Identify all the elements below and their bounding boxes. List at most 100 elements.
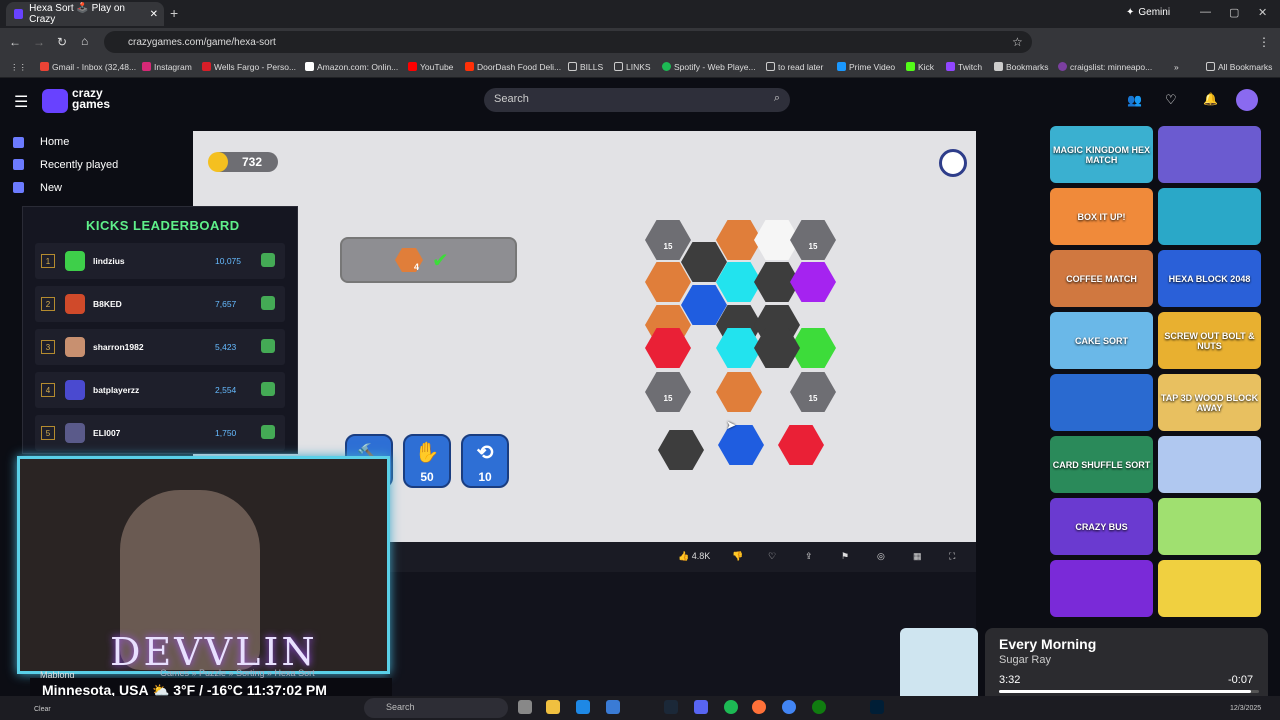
spotify-icon[interactable] [724, 700, 738, 714]
hand-powerup-button[interactable]: ✋ 50 [403, 434, 451, 488]
favorite-heart-icon[interactable]: ♡ [768, 551, 776, 562]
firefox-icon[interactable] [752, 700, 766, 714]
forward-button[interactable]: → [33, 35, 45, 49]
bookmark-star-icon[interactable]: ☆ [1012, 35, 1023, 49]
fullscreen-icon[interactable]: ⛶ [949, 551, 955, 562]
game-thumbnail[interactable]: CRAZY BUS [1050, 498, 1153, 555]
leaderboard-score: 10,075 [215, 256, 241, 266]
file-explorer-icon[interactable] [546, 700, 560, 714]
game-thumbnail[interactable]: TAP 3D WOOD BLOCK AWAY [1158, 374, 1261, 431]
friends-icon[interactable]: 👥 [1127, 93, 1142, 107]
bookmark-prime-video[interactable]: Prime Video [837, 62, 895, 72]
bookmark-spotify[interactable]: Spotify - Web Playe... [662, 62, 756, 72]
shuffle-powerup-button[interactable]: ⟲ 10 [461, 434, 509, 488]
game-thumbnail[interactable]: MAGIC KINGDOM HEX MATCH [1050, 126, 1153, 183]
browser-tab[interactable]: Hexa Sort 🕹️ Play on Crazy ✕ [6, 2, 164, 26]
bookmark-craigslist[interactable]: craigslist: minneapo... [1058, 62, 1152, 72]
bookmark-folder-bills[interactable]: BILLS [568, 62, 603, 72]
game-thumbnail[interactable] [1050, 560, 1153, 617]
settings-gear-icon[interactable] [939, 149, 967, 177]
bookmark-youtube[interactable]: YouTube [408, 62, 453, 72]
crazygames-logo-icon[interactable] [42, 89, 68, 113]
game-thumbnail[interactable] [1050, 374, 1153, 431]
theater-mode-icon[interactable]: ◎ [877, 551, 885, 562]
taskbar-search[interactable]: Search [364, 698, 508, 718]
site-search-input[interactable]: Search ⌕ [484, 88, 790, 112]
url-input[interactable]: crazygames.com/game/hexa-sort [104, 31, 1032, 53]
game-thumbnail[interactable] [1158, 188, 1261, 245]
sidebar-item-recently-played[interactable]: Recently played [40, 159, 118, 171]
bookmark-folder-read-later[interactable]: to read later [766, 62, 823, 72]
leaderboard-score: 5,423 [215, 342, 237, 352]
game-thumbnail[interactable] [1158, 436, 1261, 493]
sidebar-item-home[interactable]: Home [40, 136, 69, 148]
game-thumbnail[interactable] [1158, 498, 1261, 555]
report-icon[interactable]: ⚑ [841, 551, 849, 562]
like-button[interactable]: 👍 4.8K [678, 551, 710, 562]
discord-icon[interactable] [694, 700, 708, 714]
back-button[interactable]: ← [9, 35, 21, 49]
game-thumbnail[interactable] [1158, 560, 1261, 617]
game-thumbnail[interactable]: SCREW OUT BOLT & NUTS [1158, 312, 1261, 369]
bookmark-kick[interactable]: Kick [906, 62, 934, 72]
sidebar-item-new[interactable]: New [40, 182, 62, 194]
bookmarks-overflow-icon[interactable]: » [1174, 62, 1179, 72]
leaderboard-name: sharron1982 [93, 342, 144, 352]
share-icon[interactable]: ⇪ [805, 551, 813, 562]
search-icon[interactable]: ⌕ [774, 92, 780, 105]
gemini-button[interactable]: ✦ Gemini [1126, 7, 1170, 18]
tab-close-icon[interactable]: ✕ [150, 9, 158, 20]
edge-icon[interactable] [576, 700, 590, 714]
game-thumbnail[interactable] [1158, 126, 1261, 183]
logo-text-2: games [72, 97, 111, 111]
bookmark-instagram[interactable]: Instagram [142, 62, 192, 72]
taskbar-search-text: Search [386, 702, 415, 712]
avatar[interactable] [1236, 89, 1258, 111]
steam-icon[interactable] [664, 700, 678, 714]
coin-icon [208, 152, 228, 172]
hand-icon: ✋ [414, 442, 440, 464]
xbox-icon[interactable] [812, 700, 826, 714]
bookmark-amazon[interactable]: Amazon.com: Onlin... [305, 62, 398, 72]
notifications-bell-icon[interactable]: 🔔 [1203, 92, 1218, 106]
reload-button[interactable]: ↻ [57, 35, 67, 49]
game-thumbnail[interactable]: COFFEE MATCH [1050, 250, 1153, 307]
hex-unlock-cost: 15 [808, 394, 818, 403]
game-thumbnail[interactable]: CAKE SORT [1050, 312, 1153, 369]
bookmark-folder-links[interactable]: LINKS [614, 62, 651, 72]
new-tab-button[interactable]: + [170, 5, 178, 21]
photoshop-icon[interactable] [870, 700, 884, 714]
hamburger-menu-icon[interactable]: ☰ [14, 92, 28, 112]
bookmark-bookmarks[interactable]: Bookmarks [994, 62, 1049, 72]
track-title: Every Morning [999, 636, 1097, 652]
favorites-heart-icon[interactable]: ♡ [1165, 92, 1177, 108]
site-logo[interactable]: crazy games [72, 87, 111, 111]
game-thumbnail[interactable]: HEXA BLOCK 2048 [1158, 250, 1261, 307]
leaderboard-avatar [65, 294, 85, 314]
maximize-button[interactable]: ▢ [1229, 6, 1239, 19]
dislike-icon[interactable]: 👎 [732, 551, 743, 562]
game-thumbnail[interactable]: CARD SHUFFLE SORT [1050, 436, 1153, 493]
minimize-button[interactable]: — [1200, 6, 1211, 18]
breadcrumb[interactable]: Games » Puzzle » Sorting » Hexa Sort [160, 668, 315, 678]
bookmark-twitch[interactable]: Twitch [946, 62, 982, 72]
bookmark-gmail[interactable]: Gmail - Inbox (32,48... [40, 62, 136, 72]
task-view-icon[interactable] [518, 700, 532, 714]
thumbs-up-icon: 👍 [678, 551, 690, 561]
grid-icon[interactable]: ▦ [913, 551, 922, 562]
chrome-icon[interactable] [782, 700, 796, 714]
track-progress-bar[interactable] [999, 690, 1259, 693]
taskbar-weather[interactable]: Clear [34, 706, 51, 713]
all-bookmarks[interactable]: All Bookmarks [1206, 62, 1272, 72]
browser-menu-icon[interactable]: ⋮ [1258, 35, 1270, 49]
bookmark-wellsfargo[interactable]: Wells Fargo - Perso... [202, 62, 296, 72]
apps-icon[interactable]: ⋮⋮ [10, 62, 27, 73]
leaderboard-row: 2 B8KED 7,657 [35, 286, 285, 322]
search-placeholder: Search [494, 93, 529, 105]
home-button[interactable]: ⌂ [81, 34, 88, 48]
game-thumbnail[interactable]: BOX IT UP! [1050, 188, 1153, 245]
store-icon[interactable] [606, 700, 620, 714]
window-close-button[interactable]: ✕ [1258, 6, 1267, 19]
bookmark-doordash[interactable]: DoorDash Food Deli... [465, 62, 561, 72]
site-favicon-icon [14, 9, 24, 19]
